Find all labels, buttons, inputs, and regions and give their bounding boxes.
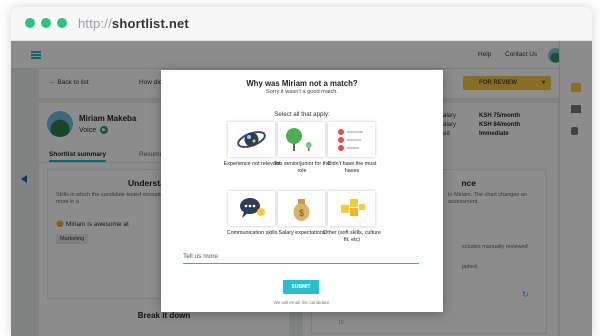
window-dot-maximize[interactable] xyxy=(57,18,67,28)
dialog-title: Why was Miriam not a match? xyxy=(246,79,358,88)
window-dot-minimize[interactable] xyxy=(41,18,51,28)
select-prompt: Select all that apply: xyxy=(274,111,330,118)
email-note: We will email the candidate. xyxy=(273,300,331,305)
tell-us-more-input[interactable] xyxy=(183,252,419,264)
tree-sapling-icon xyxy=(278,122,325,157)
dialog-subtitle: Sorry it wasn't a good match. xyxy=(266,89,338,95)
window-dot-close[interactable] xyxy=(25,18,35,28)
money-bag-icon: $ xyxy=(278,191,325,226)
galaxy-icon xyxy=(228,122,275,157)
address-bar[interactable]: http://shortlist.net xyxy=(78,16,189,31)
puzzle-icon xyxy=(328,191,375,226)
speech-bubble-icon xyxy=(228,191,275,226)
url-prefix: http:// xyxy=(78,16,112,31)
option-label: Didn't have the must haves xyxy=(327,161,377,174)
url-domain: shortlist.net xyxy=(111,16,189,31)
not-a-match-dialog: Why was Miriam not a match? Sorry it was… xyxy=(161,70,443,312)
browser-window: http://shortlist.net Help Contact Us ← B… xyxy=(11,7,592,336)
option-label: Other (soft skills, culture fit, etc) xyxy=(323,230,381,243)
svg-text:$: $ xyxy=(299,208,304,218)
submit-button[interactable]: SUBMIT xyxy=(283,280,319,294)
browser-chrome: http://shortlist.net xyxy=(11,7,592,41)
checklist-icon xyxy=(328,122,375,157)
